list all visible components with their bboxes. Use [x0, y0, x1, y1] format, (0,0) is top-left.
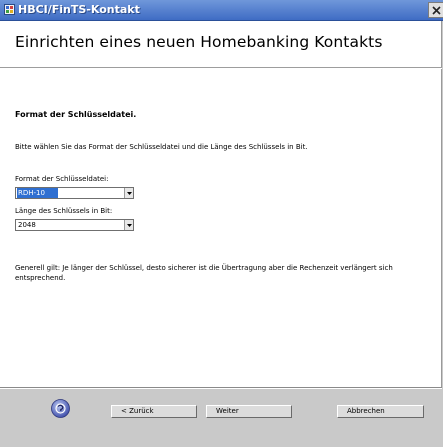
help-icon[interactable] — [51, 399, 70, 418]
back-button[interactable]: < Zurück — [111, 405, 197, 418]
next-button[interactable]: Weiter — [206, 405, 292, 418]
key-length-label: Länge des Schlüssels in Bit: — [15, 207, 113, 215]
cancel-button[interactable]: Abbrechen — [337, 405, 424, 418]
close-button[interactable] — [428, 2, 443, 18]
format-select[interactable]: RDH-10 — [15, 187, 134, 199]
key-length-select-value: 2048 — [18, 221, 36, 229]
instruction-text: Bitte wählen Sie das Format der Schlüsse… — [15, 143, 308, 151]
close-icon — [431, 5, 441, 15]
page-title: Einrichten eines neuen Homebanking Konta… — [15, 33, 383, 51]
format-select-value: RDH-10 — [17, 188, 58, 198]
key-length-select[interactable]: 2048 — [15, 219, 134, 231]
chevron-down-icon — [126, 191, 132, 195]
chevron-down-icon — [126, 223, 132, 227]
window-title: HBCI/FinTS-Kontakt — [18, 3, 140, 16]
header-divider — [0, 67, 442, 69]
app-icon — [4, 4, 15, 15]
footer-divider — [0, 387, 442, 389]
format-label: Format der Schlüsseldatei: — [15, 175, 109, 183]
title-bar[interactable]: HBCI/FinTS-Kontakt — [0, 0, 443, 21]
format-dropdown-button[interactable] — [124, 188, 133, 198]
key-length-dropdown-button[interactable] — [124, 220, 133, 230]
info-note: Generell gilt: Je länger der Schlüssel, … — [15, 264, 393, 282]
section-heading: Format der Schlüsseldatei. — [15, 110, 137, 119]
wizard-window — [0, 21, 442, 388]
